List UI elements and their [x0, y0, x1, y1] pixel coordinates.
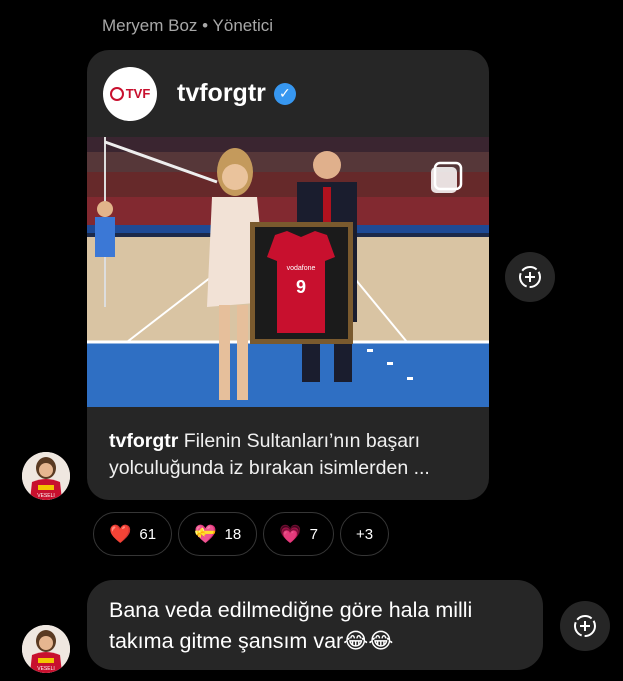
sender-header: Meryem Boz • Yönetici — [102, 16, 273, 36]
sender-role: Yönetici — [212, 16, 274, 35]
avatar-image: VESELI — [22, 625, 70, 673]
post-caption[interactable]: tvforgtr Filenin Sultanları’nın başarı y… — [109, 428, 479, 482]
shared-post-card[interactable]: TVF tvforgtr ✓ vodafone 9 tvforgtr Filen… — [87, 50, 489, 500]
reaction-heart[interactable]: ❤️ 61 — [93, 512, 173, 556]
add-reaction-button[interactable] — [560, 601, 610, 651]
account-logo[interactable]: TVF — [103, 66, 157, 121]
sender-avatar[interactable]: VESELI — [22, 625, 70, 673]
sender-name: Meryem Boz — [102, 16, 198, 35]
reaction-more-count: +3 — [355, 525, 374, 543]
avatar-image: VESELI — [22, 452, 70, 500]
account-handle[interactable]: tvforgtr — [177, 79, 266, 108]
verified-badge-icon: ✓ — [273, 82, 296, 105]
reaction-pink-heart[interactable]: 💗 7 — [263, 512, 334, 556]
add-emoji-icon — [519, 266, 541, 288]
heart-icon: ❤️ — [109, 523, 132, 544]
reaction-heart-ribbon[interactable]: 💝 18 — [178, 512, 258, 556]
message-text: Bana veda edilmediğne göre hala milli ta… — [109, 598, 473, 653]
message-bubble[interactable]: Bana veda edilmediğne göre hala milli ta… — [87, 580, 543, 670]
jersey-number: 9 — [296, 277, 306, 297]
reaction-more[interactable]: +3 — [339, 512, 390, 556]
logo-text: TVF — [125, 86, 151, 101]
add-emoji-icon — [574, 615, 596, 637]
caption-handle: tvforgtr — [109, 430, 179, 452]
separator-dot: • — [202, 16, 209, 35]
add-reaction-button[interactable] — [505, 252, 555, 302]
sender-avatar[interactable]: VESELI — [22, 452, 70, 500]
framed-jersey: vodafone 9 — [250, 222, 353, 344]
reaction-count: 18 — [224, 525, 242, 543]
reaction-count: 7 — [309, 525, 318, 543]
jersey-brand: vodafone — [287, 265, 316, 272]
pink-heart-icon: 💗 — [279, 523, 302, 544]
logo-ring-icon — [109, 86, 124, 101]
reaction-count: 61 — [139, 525, 157, 543]
heart-with-ribbon-icon: 💝 — [194, 523, 217, 544]
post-image[interactable]: vodafone 9 — [87, 137, 489, 407]
post-header[interactable]: TVF tvforgtr ✓ — [103, 66, 296, 121]
avatar-jersey-text: VESELI — [37, 666, 55, 672]
reactions-row: ❤️ 61 💝 18 💗 7 +3 — [93, 512, 390, 556]
crowd — [87, 152, 489, 233]
avatar-jersey-text: VESELI — [37, 493, 55, 499]
